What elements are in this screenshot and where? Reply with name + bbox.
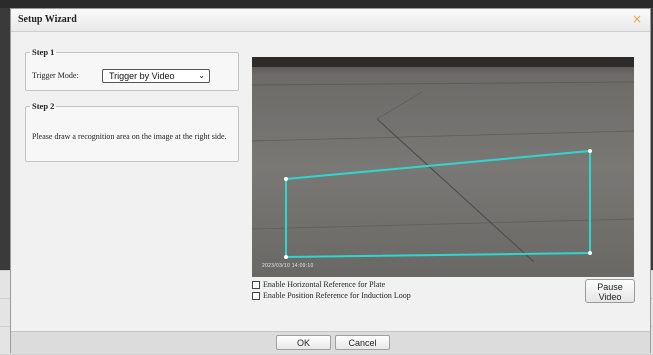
horizontal-reference-option[interactable]: Enable Horizontal Reference for Plate — [252, 280, 385, 289]
chevron-down-icon: ⌄ — [198, 71, 205, 80]
pavement — [252, 57, 634, 277]
step2-instruction: Please draw a recognition area on the im… — [32, 132, 227, 141]
close-icon[interactable]: × — [632, 12, 642, 26]
video-frame — [252, 57, 634, 277]
region-handle[interactable] — [284, 255, 288, 259]
step2-group: Step 2 Please draw a recognition area on… — [25, 101, 239, 162]
region-handle[interactable] — [284, 177, 288, 181]
far-edge — [252, 57, 634, 67]
step1-legend: Step 1 — [32, 47, 55, 57]
pause-video-button[interactable]: Pause Video — [585, 279, 635, 303]
dialog-footer: OK Cancel — [11, 331, 650, 354]
dialog-titlebar[interactable]: Setup Wizard × — [11, 9, 650, 32]
dialog-title: Setup Wizard — [18, 14, 77, 25]
trigger-mode-value: Trigger by Video — [109, 71, 175, 81]
horizontal-reference-label: Enable Horizontal Reference for Plate — [263, 280, 386, 289]
video-preview[interactable]: 2023/03/10 14:09:10 — [252, 57, 634, 277]
horizontal-reference-checkbox[interactable] — [252, 280, 260, 289]
trigger-mode-label: Trigger Mode: — [32, 71, 79, 80]
position-reference-option[interactable]: Enable Position Reference for Induction … — [252, 291, 411, 300]
trigger-mode-select[interactable]: Trigger by Video ⌄ — [102, 69, 210, 83]
setup-wizard-dialog: Setup Wizard × Step 1 Trigger Mode: Trig… — [10, 8, 651, 354]
ok-button[interactable]: OK — [276, 335, 331, 350]
step1-group: Step 1 Trigger Mode: Trigger by Video ⌄ — [25, 47, 239, 91]
region-handle[interactable] — [588, 149, 592, 153]
video-timestamp: 2023/03/10 14:09:10 — [262, 263, 314, 269]
position-reference-label: Enable Position Reference for Induction … — [263, 291, 411, 300]
step2-legend: Step 2 — [32, 101, 55, 111]
region-handle[interactable] — [588, 251, 592, 255]
cancel-button[interactable]: Cancel — [335, 335, 390, 350]
backdrop — [0, 0, 653, 8]
position-reference-checkbox[interactable] — [252, 291, 260, 300]
